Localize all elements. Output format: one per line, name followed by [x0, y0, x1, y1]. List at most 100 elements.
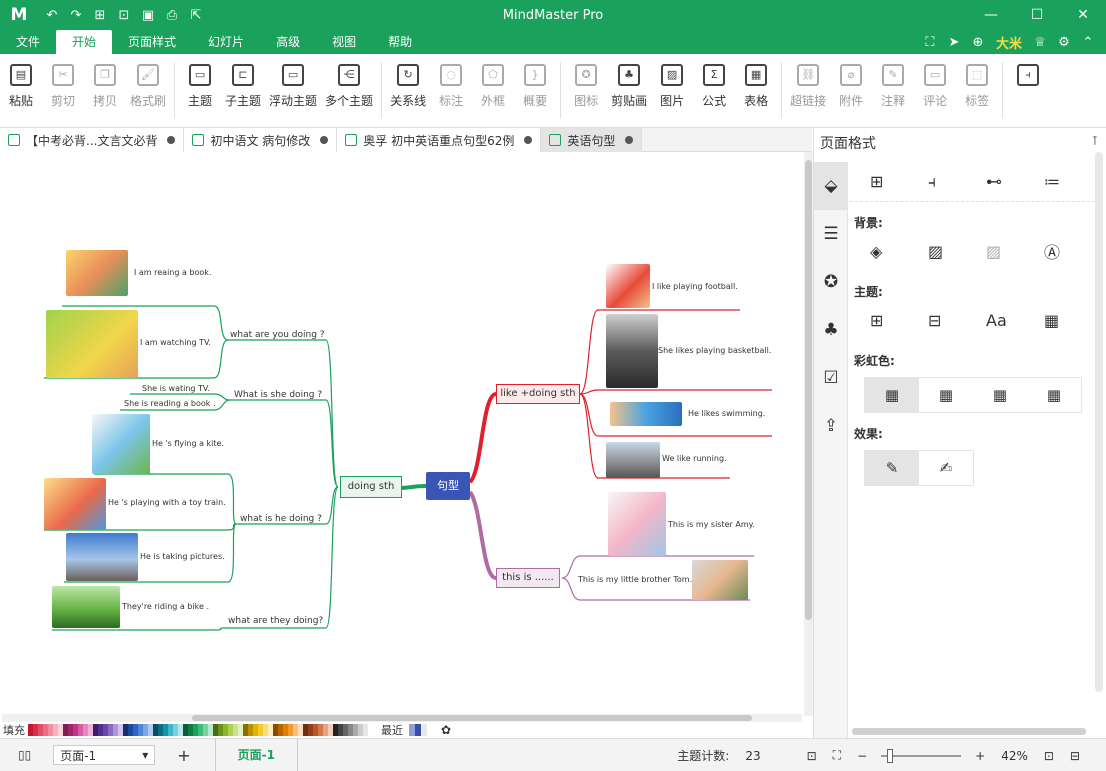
close-tab-icon[interactable]: [167, 136, 176, 144]
background-image-icon[interactable]: ▨: [908, 242, 966, 261]
doc-tab[interactable]: 奥孚 初中英语重点句型62例: [337, 128, 542, 152]
presentation-icon[interactable]: ⊟: [1062, 749, 1088, 763]
leaf-image-watching-tv[interactable]: [46, 310, 138, 378]
more-colors-icon[interactable]: ✿: [441, 723, 451, 737]
fullscreen-view-icon[interactable]: ⛶: [825, 748, 849, 763]
ribbon-button-paste[interactable]: ▤ 粘贴: [0, 54, 42, 128]
outline-tab-icon[interactable]: ☰: [814, 210, 848, 258]
menu-view[interactable]: 视图: [316, 30, 372, 54]
ribbon-button-format-brush[interactable]: 🖌 格式刷: [126, 54, 170, 128]
leaf-topic[interactable]: We like running.: [662, 454, 727, 463]
fit-window-icon[interactable]: ⊡: [1036, 749, 1062, 763]
ribbon-button-callout[interactable]: ◌ 标注: [430, 54, 472, 128]
watermark-icon[interactable]: Ⓐ: [1024, 239, 1082, 263]
panel-horizontal-scrollbar[interactable]: [852, 728, 1086, 735]
panel-scrollbar[interactable]: [1095, 152, 1103, 692]
ribbon-button-picture[interactable]: ▨ 图片: [651, 54, 693, 128]
leaf-topic[interactable]: She is wating TV.: [142, 384, 210, 393]
ribbon-button-boundary[interactable]: ⬠ 外框: [472, 54, 514, 128]
open-icon[interactable]: ⊡: [112, 8, 136, 23]
zoom-slider[interactable]: [881, 748, 962, 763]
leaf-image-swimming[interactable]: [610, 402, 682, 426]
export-icon[interactable]: ⇱: [184, 8, 208, 23]
clipart-tab-icon[interactable]: ♣: [814, 306, 848, 354]
leaf-topic[interactable]: I am reaing a book.: [134, 268, 211, 277]
mark-tab-icon[interactable]: ✪: [814, 258, 848, 306]
add-page-icon[interactable]: +: [169, 746, 198, 765]
scroll-thumb[interactable]: [192, 715, 752, 721]
ribbon-button-clipart[interactable]: ♣ 剪贴画: [607, 54, 651, 128]
effect-normal-icon[interactable]: ✎: [865, 451, 919, 485]
leaf-topic[interactable]: She is reading a book .: [124, 399, 216, 408]
numbering-icon[interactable]: ≔: [1024, 172, 1082, 191]
minimize-button[interactable]: —: [968, 0, 1014, 30]
menu-home[interactable]: 开始: [56, 30, 113, 54]
close-tab-icon[interactable]: [524, 136, 533, 144]
leaf-topic[interactable]: He 's playing with a toy train.: [108, 498, 226, 507]
leaf-topic[interactable]: He likes swimming.: [688, 409, 765, 418]
recent-color-swatch[interactable]: [421, 724, 427, 736]
subtopic[interactable]: what are you doing ?: [230, 330, 325, 340]
ribbon-button-note[interactable]: ✎ 注释: [872, 54, 914, 128]
leaf-topic[interactable]: I like playing football.: [652, 282, 738, 291]
font-icon[interactable]: Aa: [966, 311, 1024, 330]
menu-help[interactable]: 帮助: [372, 30, 428, 54]
ribbon-button-comment[interactable]: ▭ 评论: [914, 54, 956, 128]
skin-icon[interactable]: ♕: [1028, 35, 1052, 50]
doc-tab[interactable]: 初中语文 病句修改: [184, 128, 338, 152]
leaf-image-brother-tom[interactable]: [692, 560, 748, 600]
close-button[interactable]: ✕: [1060, 0, 1106, 30]
menu-file[interactable]: 文件: [0, 30, 56, 54]
canvas-vertical-scrollbar[interactable]: [804, 152, 813, 716]
close-tab-icon[interactable]: [625, 136, 634, 144]
ribbon-button-hyperlink[interactable]: ⛓ 超链接: [786, 54, 830, 128]
leaf-image-toy-train[interactable]: [44, 478, 106, 530]
maximize-button[interactable]: ☐: [1014, 0, 1060, 30]
fit-page-icon[interactable]: ⊡: [799, 749, 825, 763]
scroll-thumb[interactable]: [805, 160, 812, 620]
lock-icon[interactable]: ⊕: [966, 35, 990, 50]
zoom-out-icon[interactable]: −: [849, 749, 875, 763]
export-tab-icon[interactable]: ⇪: [814, 402, 848, 450]
user-name[interactable]: 大米: [990, 33, 1028, 52]
rainbow-option[interactable]: ▦: [973, 378, 1027, 412]
ribbon-button-summary[interactable]: } 概要: [514, 54, 556, 128]
leaf-image-kite[interactable]: [92, 414, 150, 474]
leaf-image-taking-pictures[interactable]: [66, 533, 138, 581]
leaf-image-football[interactable]: [606, 264, 650, 308]
leaf-image-riding-bike[interactable]: [52, 586, 120, 628]
leaf-image-basketball[interactable]: [606, 314, 658, 388]
zoom-level[interactable]: 42%: [993, 749, 1036, 763]
ribbon-button-table[interactable]: ▦ 表格: [735, 54, 777, 128]
ribbon-button-subtopic[interactable]: ⊏ 子主题: [221, 54, 265, 128]
main-topic-like-doing[interactable]: like +doing sth: [496, 384, 580, 404]
page-list-icon[interactable]: ▯▯: [10, 748, 39, 762]
mindmap-canvas[interactable]: 句型 doing sth like +doing sth this is ...…: [2, 152, 802, 712]
structure-icon[interactable]: ⫞: [908, 172, 966, 192]
canvas-horizontal-scrollbar[interactable]: [2, 714, 802, 722]
ribbon-button-relation[interactable]: ↻ 关系线: [386, 54, 430, 128]
subtopic[interactable]: What is she doing ?: [234, 390, 322, 400]
ribbon-button-floating-topic[interactable]: ▭ 浮动主题: [265, 54, 321, 128]
menu-page-style[interactable]: 页面样式: [112, 30, 192, 54]
leaf-topic[interactable]: This is my sister Amy.: [668, 520, 755, 529]
subtopic[interactable]: what are they doing?: [228, 616, 323, 626]
leaf-topic[interactable]: He 's flying a kite.: [152, 439, 224, 448]
zoom-slider-knob[interactable]: [887, 748, 894, 763]
pin-icon[interactable]: ⊺: [1092, 134, 1098, 148]
settings-icon[interactable]: ⚙: [1052, 35, 1076, 50]
menu-advanced[interactable]: 高级: [260, 30, 316, 54]
new-icon[interactable]: ⊞: [88, 8, 112, 23]
leaf-topic[interactable]: They're riding a bike .: [122, 602, 209, 611]
doc-tab[interactable]: 【中考必背...文言文必背: [0, 128, 185, 152]
leaf-image-running[interactable]: [606, 442, 660, 478]
background-color-icon[interactable]: ◈: [850, 242, 908, 261]
ribbon-button-tag[interactable]: ⬚ 标签: [956, 54, 998, 128]
ribbon-button-formula[interactable]: Σ 公式: [693, 54, 735, 128]
page-tab-active[interactable]: 页面-1: [214, 738, 298, 771]
undo-icon[interactable]: ↶: [40, 8, 64, 23]
print-icon[interactable]: ⎙: [160, 8, 184, 23]
page-format-tab-icon[interactable]: ⬙: [814, 162, 848, 210]
ribbon-button-topic[interactable]: ▭ 主题: [179, 54, 221, 128]
leaf-topic[interactable]: This is my little brother Tom.: [578, 575, 692, 584]
